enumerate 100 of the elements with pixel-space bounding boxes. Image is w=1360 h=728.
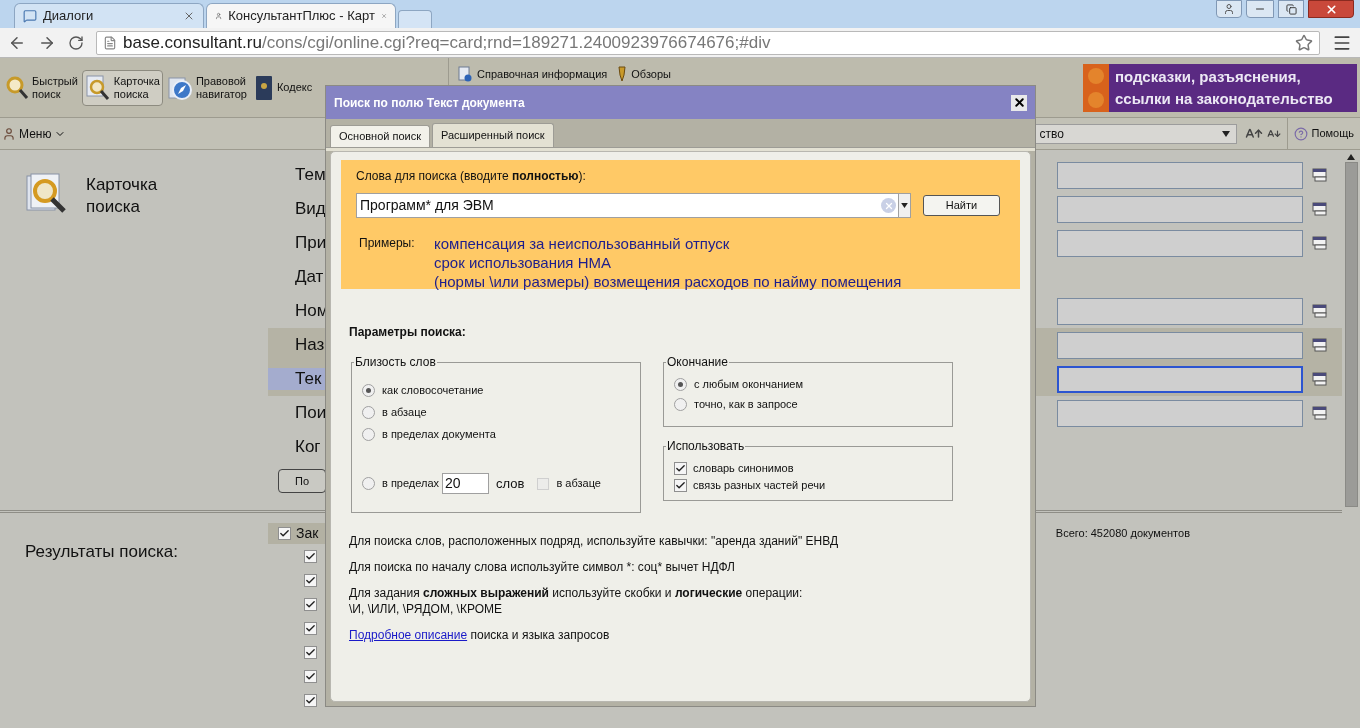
help-icon[interactable]	[1293, 126, 1308, 141]
page-title: Карточка	[86, 174, 158, 196]
menu-button[interactable]: Меню	[19, 124, 52, 143]
input-field[interactable]	[1057, 365, 1303, 393]
checkbox[interactable]	[304, 573, 317, 587]
toolbar-button[interactable]: Правовой навигатор	[163, 69, 250, 106]
checkbox[interactable]	[304, 693, 317, 707]
list-icon[interactable]	[1312, 304, 1328, 318]
query-field[interactable]: Программ* для ЭВМ	[356, 193, 911, 218]
book-icon	[253, 74, 274, 101]
total-count: Всего: 452080 документов	[1055, 526, 1190, 541]
magnifier-icon	[5, 74, 29, 101]
browser-tab[interactable]: Диалоги	[14, 3, 204, 28]
checkbox[interactable]	[304, 549, 317, 563]
group-title: Окончание	[666, 354, 729, 371]
option-label: словарь синонимов	[693, 460, 794, 476]
dialog-tab[interactable]: Расширенный поиск	[432, 123, 554, 147]
toolbar-label: поиска	[113, 87, 150, 101]
input-field[interactable]	[1057, 195, 1303, 223]
radio-button[interactable]	[674, 377, 687, 391]
toolbar-label: Карточка	[113, 74, 160, 88]
star-icon[interactable]	[1295, 33, 1313, 52]
scrollbar-thumb[interactable]	[1344, 162, 1358, 507]
close-icon[interactable]	[1308, 0, 1354, 18]
toolbar-button[interactable]: Кодекс	[250, 69, 316, 106]
checkbox[interactable]	[304, 669, 317, 683]
radio-button[interactable]	[674, 397, 687, 411]
checkbox[interactable]	[304, 621, 317, 635]
field-label[interactable]: Дат	[268, 266, 325, 288]
result-group-row[interactable]: Зак	[268, 523, 326, 544]
option-label: связь разных частей речи	[693, 477, 826, 493]
distance-field[interactable]: 20	[442, 473, 490, 494]
toolbar-label: навигатор	[195, 87, 247, 101]
field-label[interactable]: Тек	[268, 368, 325, 390]
query-label: Слова для поиска (вводите полностью):	[356, 168, 587, 185]
radio-button[interactable]	[362, 427, 375, 441]
radio-button[interactable]	[362, 477, 375, 490]
hint-text: Подробное описание поиска и языка запросов	[349, 627, 611, 643]
toolbar-button[interactable]: Быстрый поиск	[2, 69, 81, 106]
example-text[interactable]: срок использования НМА	[434, 253, 902, 272]
option-label: в пределах	[382, 476, 440, 492]
reload-icon[interactable]	[68, 34, 84, 51]
checkbox[interactable]	[674, 478, 687, 492]
checkbox[interactable]	[537, 477, 550, 490]
toolbar-link[interactable]: Справочная информация	[477, 66, 608, 83]
banner[interactable]: подсказки, разъяснения, ссылки на законодательство	[1083, 63, 1357, 112]
list-icon[interactable]	[1312, 202, 1328, 216]
find-button[interactable]: Найти	[923, 195, 1000, 216]
radio-button[interactable]	[362, 383, 375, 397]
search-button[interactable]: По	[278, 469, 326, 494]
person-icon	[2, 126, 16, 141]
address-field[interactable]: base.consultant.ru/cons/cgi/online.cgi?req=card;rnd=189271.2400923976674676;#div	[96, 30, 1320, 55]
hint-text: Для задания сложных выражений используйте скобки и логические операции: \И, \ИЛИ, \РЯДОМ, \КРОМЕ	[349, 585, 804, 617]
scroll-up-icon[interactable]	[1347, 154, 1355, 160]
field-label[interactable]: Пои	[268, 402, 325, 424]
example-text[interactable]: (нормы \или размеры) возмещения расходов по найму помещения	[434, 272, 902, 291]
checkbox[interactable]	[304, 597, 317, 611]
input-field[interactable]	[1057, 297, 1303, 325]
list-icon[interactable]	[1312, 372, 1328, 386]
list-icon[interactable]	[1312, 168, 1328, 182]
input-field[interactable]	[1057, 229, 1303, 257]
field-label[interactable]: Вид	[268, 198, 325, 220]
browser-tab[interactable]: КонсультантПлюс - Карт	[206, 3, 396, 28]
radio-button[interactable]	[362, 405, 375, 419]
example-text[interactable]: компенсация за неиспользованный отпуск	[434, 234, 902, 253]
list-icon[interactable]	[1312, 338, 1328, 352]
page-icon	[103, 35, 117, 50]
description-link[interactable]: Подробное описание	[349, 628, 468, 642]
field-label[interactable]: Наз	[268, 334, 325, 356]
close-icon[interactable]	[1011, 94, 1027, 111]
checkbox[interactable]	[304, 645, 317, 659]
option-label: в пределах документа	[382, 426, 496, 442]
input-field[interactable]	[1057, 331, 1303, 359]
group-title: Использовать	[666, 438, 746, 455]
checkbox[interactable]	[278, 527, 291, 540]
user-icon[interactable]	[1216, 0, 1242, 18]
maximize-icon[interactable]	[1278, 0, 1304, 18]
hint-text: Для поиска по началу слова используйте символ *: соц* вычет НДФЛ	[349, 559, 736, 575]
field-label[interactable]: Тем	[268, 164, 325, 186]
input-field[interactable]	[1057, 161, 1303, 189]
field-label[interactable]: При	[268, 232, 325, 254]
list-icon[interactable]	[1312, 406, 1328, 420]
group-title: Близость слов	[354, 354, 437, 371]
unit-label: слов	[496, 474, 525, 493]
list-icon[interactable]	[1312, 236, 1328, 250]
help-link[interactable]: Помощь	[1311, 125, 1354, 142]
field-label[interactable]: Ког	[268, 436, 325, 458]
checkbox[interactable]	[674, 461, 687, 475]
toolbar-label: Быстрый	[32, 74, 78, 88]
banner-text: ссылки на законодательство	[1115, 88, 1333, 109]
toolbar-button[interactable]: Карточка поиска	[81, 69, 163, 106]
input-field[interactable]	[1057, 399, 1303, 427]
dropdown-button[interactable]	[898, 194, 910, 217]
caret-icon[interactable]	[1221, 130, 1230, 137]
dialog-tab[interactable]: Основной поиск	[330, 125, 431, 147]
minimize-icon[interactable]	[1246, 0, 1274, 18]
toolbar-link[interactable]: Обзоры	[631, 66, 671, 83]
document-icon	[457, 66, 473, 83]
caret-icon[interactable]	[901, 203, 908, 208]
page-title: поиска	[86, 196, 141, 218]
